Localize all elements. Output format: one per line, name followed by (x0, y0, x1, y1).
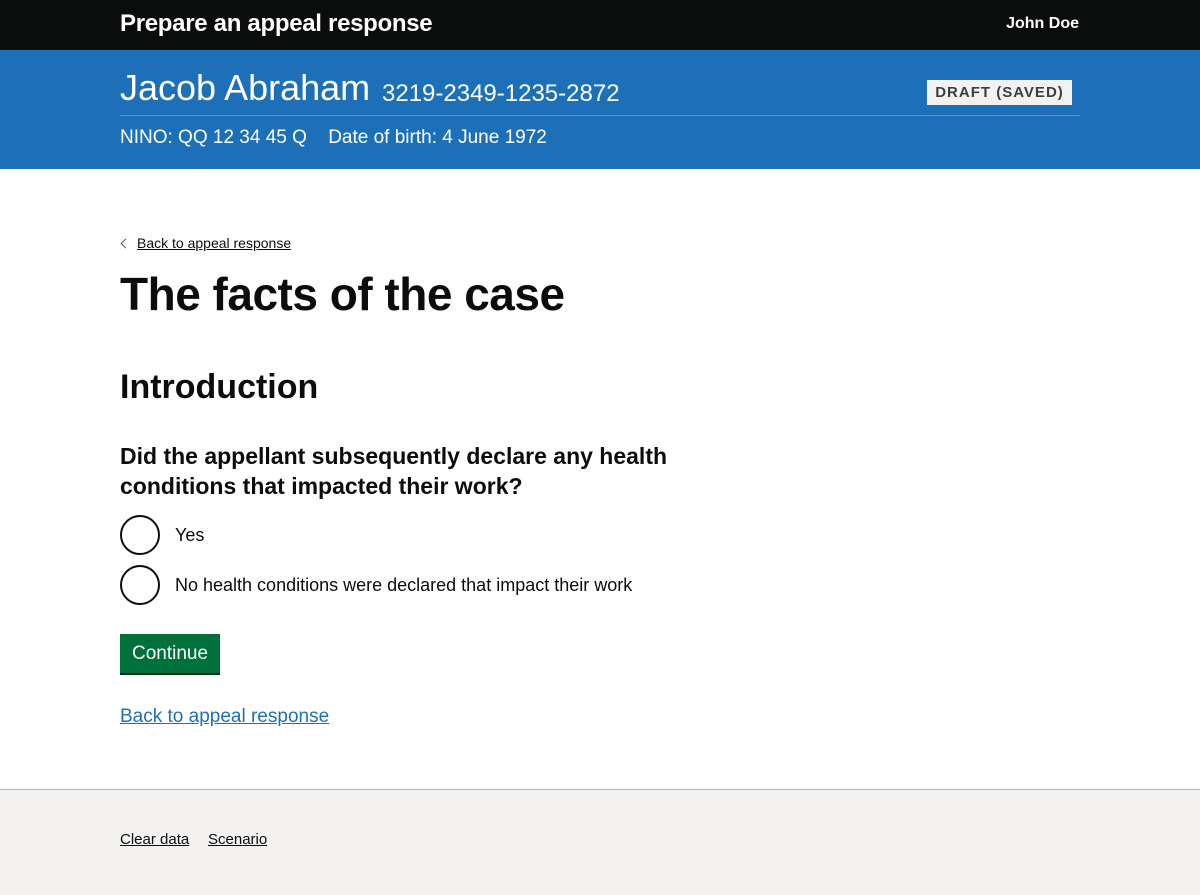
question-legend: Did the appellant subsequently declare a… (120, 443, 668, 499)
user-name[interactable]: John Doe (1006, 15, 1079, 33)
back-link-top-label: Back to appeal response (137, 235, 292, 251)
case-reference: 3219-2349-1235-2872 (382, 80, 620, 107)
back-link-bottom[interactable]: Back to appeal response (120, 706, 329, 728)
radio-option-no[interactable]: No health conditions were declared that … (120, 565, 632, 605)
radio-label-no[interactable]: No health conditions were declared that … (175, 575, 632, 596)
back-link-top[interactable]: Back to appeal response (120, 235, 291, 251)
clear-data-link[interactable]: Clear data (120, 831, 189, 848)
appellant-name: Jacob Abraham (120, 67, 371, 108)
nino: NINO: QQ 12 34 45 Q (120, 127, 307, 148)
footer: Clear data Scenario (0, 789, 1200, 895)
section-heading: Introduction (120, 368, 319, 406)
scenario-link[interactable]: Scenario (208, 831, 267, 848)
radio-button-yes[interactable] (120, 515, 160, 555)
main-content: Back to appeal response The facts of the… (0, 169, 1200, 789)
case-meta: NINO: QQ 12 34 45 Q Date of birth: 4 Jun… (120, 127, 547, 149)
radio-label-yes[interactable]: Yes (175, 525, 204, 546)
chevron-left-icon (120, 238, 131, 248)
banner-divider (120, 115, 1080, 116)
status-badge: DRAFT (SAVED) (927, 80, 1072, 105)
radio-button-no[interactable] (120, 565, 160, 605)
page-title: The facts of the case (120, 268, 565, 320)
case-banner: Jacob Abraham 3219-2349-1235-2872 DRAFT … (0, 50, 1200, 169)
service-name[interactable]: Prepare an appeal response (120, 10, 433, 38)
date-of-birth: Date of birth: 4 June 1972 (328, 127, 547, 148)
top-header: Prepare an appeal response John Doe (0, 0, 1200, 50)
radio-option-yes[interactable]: Yes (120, 515, 204, 555)
continue-button[interactable]: Continue (120, 634, 221, 673)
